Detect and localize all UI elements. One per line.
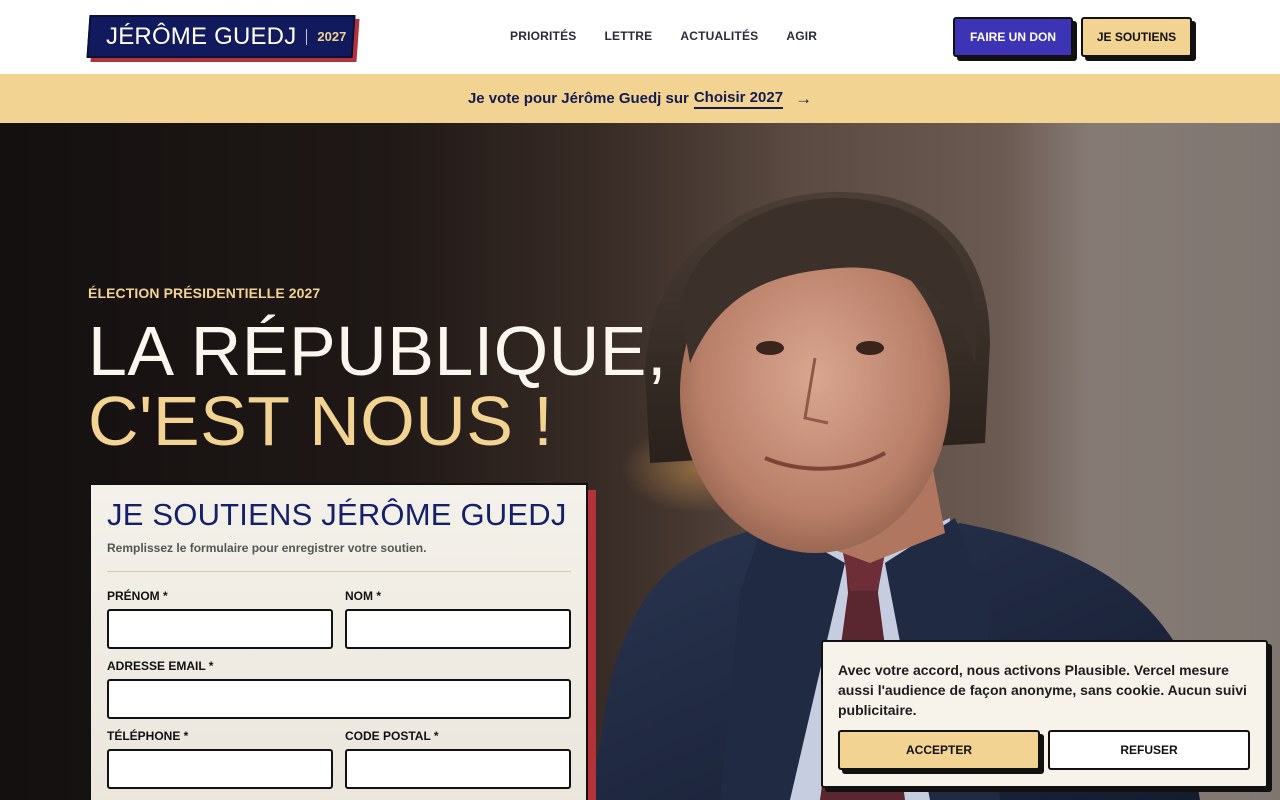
support-form: JE SOUTIENS JÉRÔME GUEDJ Remplissez le f… [89, 483, 588, 800]
donate-button-label[interactable]: FAIRE UN DON [953, 17, 1073, 57]
arrow-right-icon[interactable]: → [795, 89, 812, 109]
hero-eyebrow: ÉLECTION PRÉSIDENTIELLE 2027 [88, 285, 321, 301]
support-button[interactable]: JE SOUTIENS [1081, 17, 1196, 61]
logo[interactable]: JÉRÔME GUEDJ 2027 [86, 15, 360, 62]
site-header: JÉRÔME GUEDJ 2027 PRIORITÉS LETTRE ACTUA… [0, 0, 1280, 74]
refuse-cookies-button[interactable]: REFUSER [1048, 730, 1250, 770]
first-name-label: PRÉNOM * [107, 589, 168, 603]
phone-label: TÉLÉPHONE * [107, 729, 189, 743]
email-label: ADRESSE EMAIL * [107, 659, 214, 673]
donate-button[interactable]: FAIRE UN DON [953, 17, 1077, 61]
last-name-input[interactable] [345, 609, 571, 649]
phone-input[interactable] [107, 749, 333, 789]
logo-separator [306, 28, 308, 45]
last-name-label: NOM * [345, 589, 381, 603]
cookie-text: Avec votre accord, nous activons Plausib… [838, 662, 1247, 718]
main-nav: PRIORITÉS LETTRE ACTUALITÉS AGIR [510, 29, 817, 43]
nav-agir[interactable]: AGIR [786, 29, 817, 43]
first-name-input[interactable] [107, 609, 333, 649]
hero-title-line1: LA RÉPUBLIQUE, [88, 312, 667, 390]
banner-link[interactable]: Choisir 2027 [693, 89, 784, 109]
support-button-label[interactable]: JE SOUTIENS [1081, 17, 1192, 57]
banner-text: Je vote pour Jérôme Guedj sur [467, 90, 689, 107]
nav-priorites[interactable]: PRIORITÉS [510, 29, 576, 43]
postal-code-label: CODE POSTAL * [345, 729, 439, 743]
postal-code-input[interactable] [345, 749, 571, 789]
cookie-banner: Avec votre accord, nous activons Plausib… [821, 640, 1268, 788]
announcement-banner: Je vote pour Jérôme Guedj sur Choisir 20… [0, 74, 1280, 123]
logo-name: JÉRÔME GUEDJ [106, 22, 297, 50]
hero-title-line2: C'EST NOUS ! [88, 382, 554, 460]
logo-year: 2027 [317, 29, 347, 44]
form-title: JE SOUTIENS JÉRÔME GUEDJ [107, 497, 567, 532]
form-divider [107, 571, 571, 572]
email-input[interactable] [107, 679, 571, 719]
accept-cookies-button[interactable]: ACCEPTER [838, 730, 1040, 770]
nav-actualites[interactable]: ACTUALITÉS [680, 29, 758, 43]
nav-lettre[interactable]: LETTRE [604, 29, 652, 43]
form-subtitle: Remplissez le formulaire pour enregistre… [107, 541, 427, 555]
